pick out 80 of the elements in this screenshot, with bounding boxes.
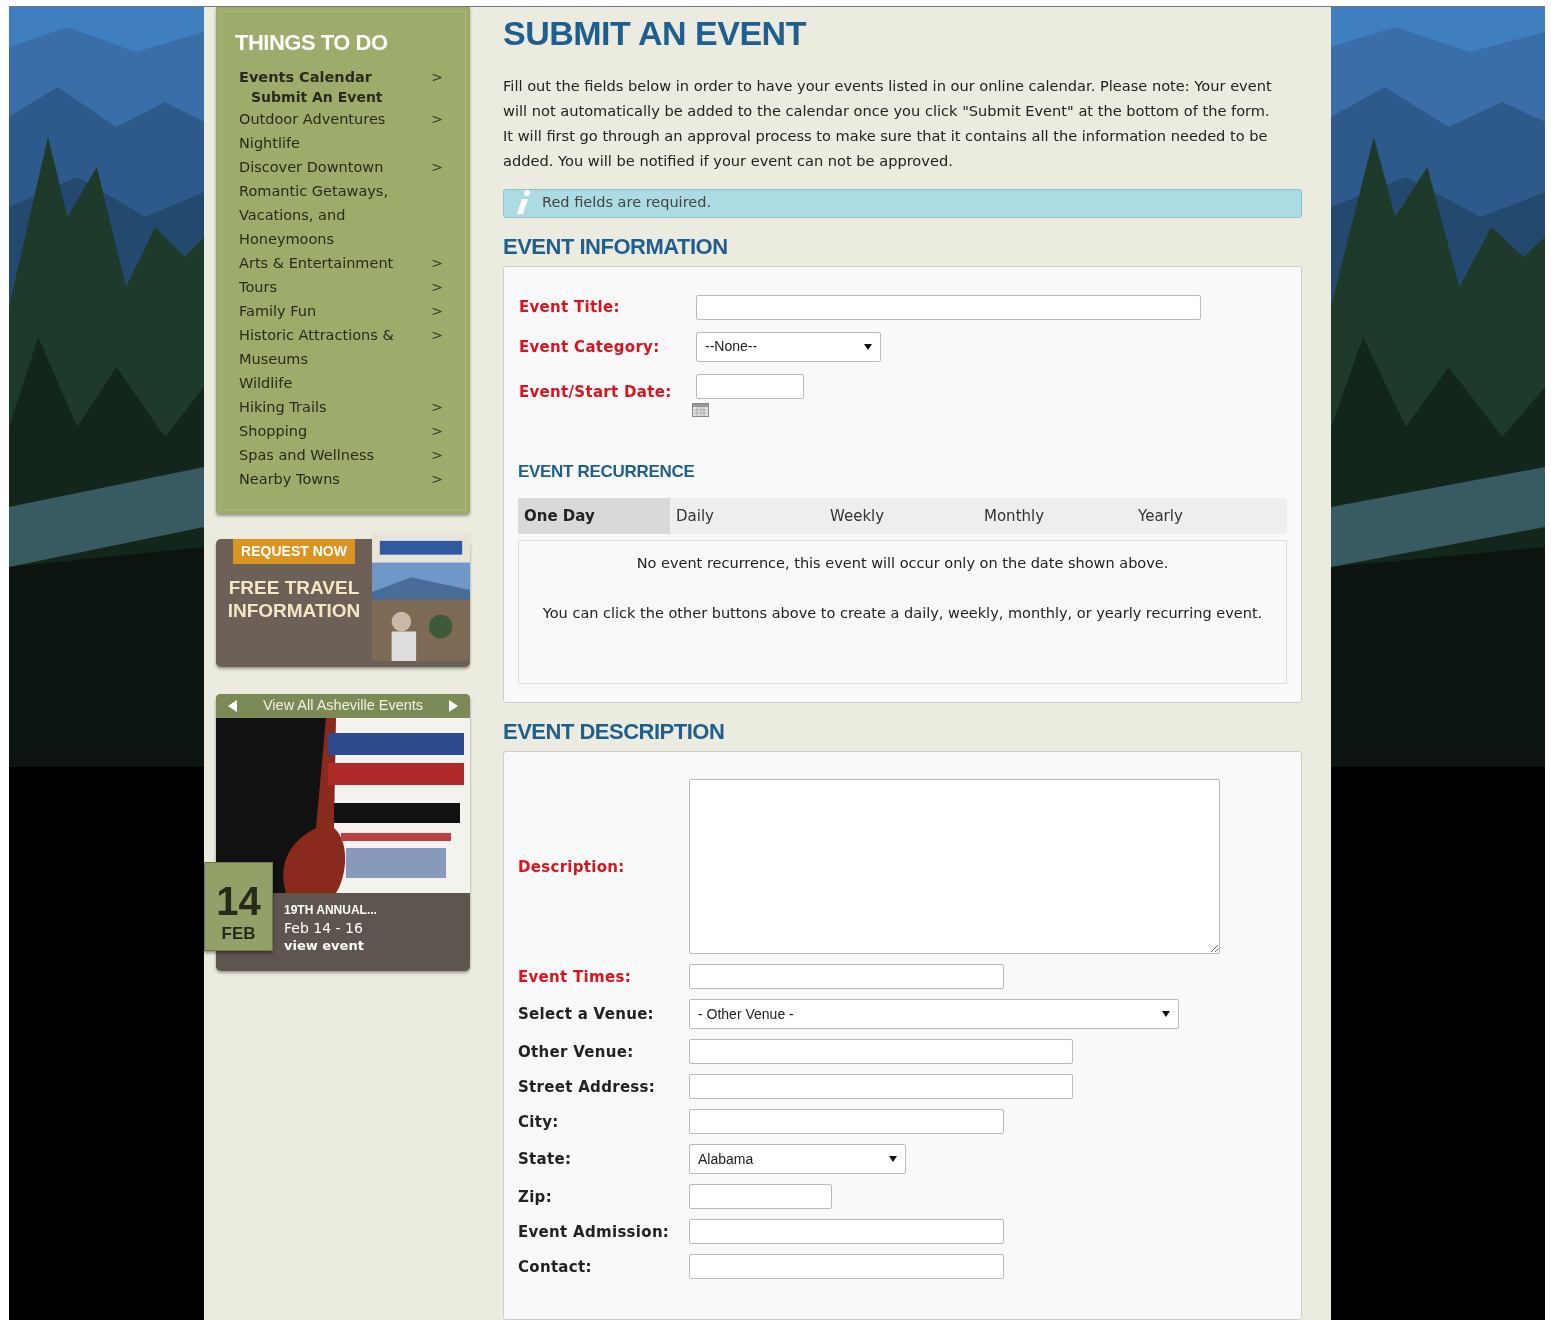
text-field[interactable] — [689, 964, 1004, 989]
text-field[interactable] — [689, 1254, 1004, 1279]
date-day: 14 — [216, 881, 261, 921]
calendar-icon[interactable] — [692, 402, 709, 417]
section-heading: EVENT DESCRIPTION — [503, 719, 726, 745]
sidebar-link[interactable]: Historic Attractions & Museums — [239, 323, 419, 371]
sidebar-link[interactable]: Arts & Entertainment — [239, 251, 419, 275]
field-label: Event Admission: — [518, 1222, 670, 1241]
sidebar-link[interactable]: Wildlife — [239, 371, 419, 395]
submenu-arrow: > — [431, 470, 444, 489]
sidebar-link[interactable]: Romantic Getaways, Vacations, and Honeymoons — [239, 179, 419, 251]
recurrence-tab[interactable]: Daily — [670, 498, 824, 534]
section-heading: EVENT INFORMATION — [503, 233, 729, 260]
sidebar-link[interactable]: Tours — [239, 275, 419, 299]
sidebar-link[interactable]: Events Calendar — [239, 65, 419, 89]
banner-badge: REQUEST NOW — [233, 539, 355, 564]
info-icon — [516, 190, 532, 217]
text-field[interactable] — [689, 1219, 1004, 1244]
caret-icon — [889, 1156, 897, 1162]
submenu-arrow: > — [431, 254, 444, 273]
submenu-arrow: > — [431, 158, 444, 177]
recurrence-tab[interactable]: Weekly — [824, 498, 978, 534]
field-label: Contact: — [518, 1257, 592, 1276]
submenu-arrow: > — [431, 422, 444, 441]
previous-arrow-icon[interactable] — [228, 700, 237, 712]
text-field[interactable] — [689, 1074, 1073, 1099]
field-label: Select a Venue: — [518, 1005, 654, 1023]
recurrence-text: No event recurrence, this event will occur only on the date shown above. — [636, 554, 1169, 573]
text-field[interactable] — [696, 294, 1201, 320]
submenu-arrow: > — [431, 278, 444, 297]
text-field[interactable] — [689, 1039, 1073, 1064]
submenu-arrow: > — [431, 326, 444, 345]
dropdown[interactable]: Alabama — [689, 1144, 906, 1174]
field-label: Event Title: — [519, 298, 620, 316]
event-dates: Feb 14 - 16 — [284, 919, 364, 937]
next-arrow-icon[interactable] — [449, 700, 458, 712]
field-label: Description: — [518, 857, 625, 876]
dropdown[interactable]: --None-- — [696, 331, 881, 362]
sidebar-link[interactable]: Hiking Trails — [239, 395, 419, 419]
intro-paragraph: Fill out the fields below in order to have your events listed in our online calendar. Please note: Your event will not automatically be added to the calendar once you click "Submit Event" at the bottom of the form. It will first go through an approval process to make sure that it contains all the information needed to be added. You will be notified if your event can not be approved. — [503, 76, 1273, 171]
sidebar-link[interactable]: Nearby Towns — [239, 467, 419, 491]
notice-text: Red fields are required. — [542, 193, 712, 213]
field-label: Event Category: — [519, 337, 660, 356]
page-title: SUBMIT AN EVENT — [503, 13, 808, 53]
sidebar-link[interactable]: Shopping — [239, 419, 419, 443]
sidebar-link[interactable]: Nightlife — [239, 131, 419, 155]
sidebar-link[interactable]: Family Fun — [239, 299, 419, 323]
sidebar-link[interactable]: Discover Downtown — [239, 155, 419, 179]
submenu-arrow: > — [431, 110, 444, 129]
subsection-heading: EVENT RECURRENCE — [518, 460, 696, 483]
date-month: FEB — [221, 925, 256, 943]
caret-icon — [864, 343, 872, 350]
recurrence-text: You can click the other buttons above to create a daily, weekly, monthly, or yearly recurring event. — [542, 604, 1263, 623]
field-label: Event/Start Date: — [519, 382, 672, 401]
event-title: 19TH ANNUAL... — [284, 902, 378, 919]
caret-icon — [1162, 1011, 1170, 1017]
sidebar-link[interactable]: Outdoor Adventures — [239, 107, 419, 131]
recurrence-tab[interactable]: Yearly — [1132, 498, 1286, 534]
field-label: Other Venue: — [518, 1042, 634, 1061]
date-field[interactable] — [696, 373, 804, 399]
sidebar-sublink[interactable]: Submit An Event — [239, 87, 447, 107]
banner-title: FREE TRAVEL INFORMATION — [226, 576, 362, 622]
recurrence-tab[interactable]: One Day — [518, 498, 670, 534]
view-event-link[interactable]: view event — [284, 937, 470, 954]
recurrence-tab[interactable]: Monthly — [978, 498, 1132, 534]
field-label: State: — [518, 1150, 572, 1168]
submenu-arrow: > — [431, 68, 444, 87]
text-field[interactable] — [689, 1109, 1004, 1134]
dropdown[interactable]: - Other Venue - — [689, 999, 1179, 1029]
field-label: Street Address: — [518, 1077, 656, 1096]
field-label: Zip: — [518, 1187, 552, 1206]
text-field[interactable] — [689, 1184, 832, 1209]
submenu-arrow: > — [431, 446, 444, 465]
sidebar-link[interactable]: Spas and Wellness — [239, 443, 419, 467]
sidebar-title: THINGS TO DO — [235, 29, 389, 57]
field-label: City: — [518, 1112, 559, 1131]
text-area[interactable] — [689, 779, 1220, 954]
submenu-arrow: > — [431, 398, 444, 417]
field-label: Event Times: — [518, 967, 631, 986]
submenu-arrow: > — [431, 302, 444, 321]
